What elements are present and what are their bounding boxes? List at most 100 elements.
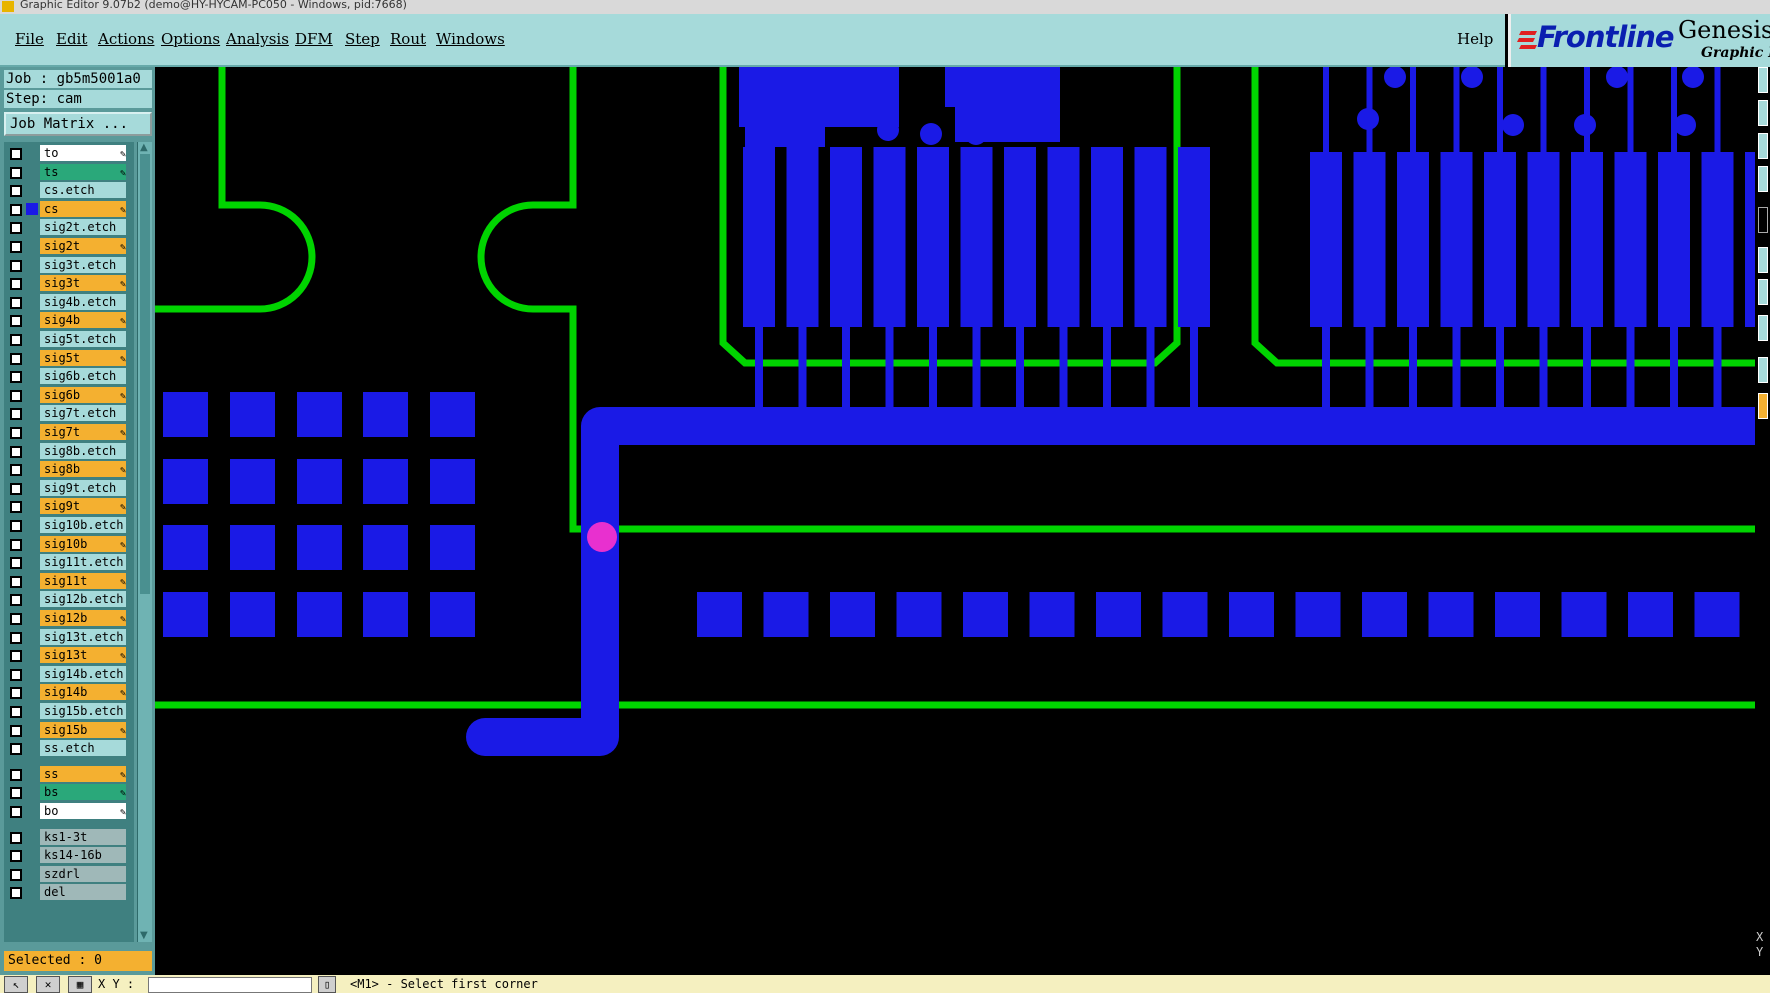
layer-name[interactable]: sig3t ✎ (40, 275, 126, 291)
layer-name[interactable]: sig6b ✎ (40, 387, 126, 403)
layer-row[interactable]: ss.etch (4, 739, 134, 757)
layer-name[interactable]: ks14-16b (40, 847, 126, 863)
pointer-tool-icon[interactable]: ↖ (4, 976, 28, 993)
layer-name[interactable]: sig4b ✎ (40, 312, 126, 328)
layer-row[interactable]: sig5t.etch (4, 330, 134, 348)
menu-file[interactable]: File (15, 30, 44, 48)
layer-checkbox[interactable] (10, 297, 22, 309)
layer-name[interactable]: ss.etch (40, 740, 126, 756)
layer-row[interactable]: sig15b ✎ (4, 721, 134, 739)
layer-row[interactable]: sig7t.etch (4, 404, 134, 422)
layer-checkbox[interactable] (10, 241, 22, 253)
right-tool-6[interactable] (1758, 247, 1768, 273)
menu-help[interactable]: Help (1457, 30, 1493, 48)
right-tool-1[interactable] (1758, 67, 1768, 93)
layer-name[interactable]: sig4b.etch (40, 294, 126, 310)
layer-checkbox[interactable] (10, 204, 22, 216)
layer-row[interactable]: sig13t ✎ (4, 646, 134, 664)
layer-checkbox[interactable] (10, 787, 22, 799)
menu-rout[interactable]: Rout (390, 30, 426, 48)
layer-row[interactable]: sig15b.etch (4, 702, 134, 720)
xy-input[interactable] (148, 977, 312, 993)
layer-name[interactable]: sig10b.etch (40, 517, 126, 533)
layer-row[interactable]: sig8b ✎ (4, 460, 134, 478)
layer-name[interactable]: sig5t ✎ (40, 350, 126, 366)
layer-name[interactable]: sig11t.etch (40, 554, 126, 570)
layer-checkbox[interactable] (10, 850, 22, 862)
layer-checkbox[interactable] (10, 446, 22, 458)
layer-row[interactable]: sig3t ✎ (4, 274, 134, 292)
layer-row[interactable]: sig3t.etch (4, 256, 134, 274)
layer-row[interactable]: ss ✎ (4, 765, 134, 783)
layer-checkbox[interactable] (10, 743, 22, 755)
layer-name[interactable]: ss ✎ (40, 766, 126, 782)
scroll-thumb[interactable] (140, 154, 150, 594)
layer-name[interactable]: ts ✎ (40, 164, 126, 180)
layer-checkbox[interactable] (10, 148, 22, 160)
layer-row[interactable]: sig9t ✎ (4, 497, 134, 515)
layer-row[interactable]: szdrl (4, 865, 134, 883)
job-matrix-button[interactable]: Job Matrix ... (4, 112, 152, 136)
layer-checkbox[interactable] (10, 278, 22, 290)
right-tool-7[interactable] (1758, 279, 1768, 305)
menu-dfm[interactable]: DFM (295, 30, 333, 48)
layer-row[interactable]: sig14b.etch (4, 665, 134, 683)
layer-name[interactable]: sig2t ✎ (40, 238, 126, 254)
layer-checkbox[interactable] (10, 501, 22, 513)
layer-row[interactable]: cs ✎ (4, 200, 134, 218)
layer-row[interactable]: sig12b.etch (4, 590, 134, 608)
layer-name[interactable]: sig11t ✎ (40, 573, 126, 589)
layer-row[interactable]: ts ✎ (4, 163, 134, 181)
layer-checkbox[interactable] (10, 832, 22, 844)
stop-tool-icon[interactable]: ▯ (318, 976, 336, 993)
layer-row[interactable]: sig4b ✎ (4, 311, 134, 329)
layer-checkbox[interactable] (10, 594, 22, 606)
layer-name[interactable]: sig3t.etch (40, 257, 126, 273)
menu-edit[interactable]: Edit (56, 30, 87, 48)
layer-checkbox[interactable] (10, 520, 22, 532)
layer-checkbox[interactable] (10, 632, 22, 644)
layer-row[interactable]: sig2t.etch (4, 218, 134, 236)
layer-name[interactable]: sig9t ✎ (40, 498, 126, 514)
layer-name[interactable]: ks1-3t (40, 829, 126, 845)
right-tool-4[interactable] (1758, 166, 1768, 192)
layer-checkbox[interactable] (10, 390, 22, 402)
layer-row[interactable]: sig10b ✎ (4, 535, 134, 553)
layer-checkbox[interactable] (10, 371, 22, 383)
layer-name[interactable]: sig12b ✎ (40, 610, 126, 626)
scroll-down-icon[interactable]: ▼ (140, 931, 148, 941)
layer-name[interactable]: bs ✎ (40, 784, 126, 800)
layer-list-scrollbar[interactable]: ▲ ▼ (137, 142, 152, 942)
layer-name[interactable]: del (40, 884, 126, 900)
layer-name[interactable]: sig14b ✎ (40, 684, 126, 700)
layer-row[interactable]: sig2t ✎ (4, 237, 134, 255)
layer-row[interactable]: sig9t.etch (4, 479, 134, 497)
layer-name[interactable]: sig10b ✎ (40, 536, 126, 552)
menu-actions[interactable]: Actions (98, 30, 154, 48)
graphic-canvas[interactable] (155, 67, 1755, 975)
layer-checkbox[interactable] (10, 315, 22, 327)
layer-checkbox[interactable] (10, 650, 22, 662)
layer-name[interactable]: cs.etch (40, 182, 126, 198)
layer-checkbox[interactable] (10, 483, 22, 495)
scroll-up-icon[interactable]: ▲ (140, 143, 148, 153)
layer-row[interactable]: sig14b ✎ (4, 683, 134, 701)
layer-checkbox[interactable] (10, 557, 22, 569)
layer-checkbox[interactable] (10, 869, 22, 881)
layer-name[interactable]: sig6b.etch (40, 368, 126, 384)
layer-row[interactable]: sig10b.etch (4, 516, 134, 534)
layer-checkbox[interactable] (10, 669, 22, 681)
layer-row[interactable]: sig5t ✎ (4, 349, 134, 367)
layer-checkbox[interactable] (10, 185, 22, 197)
layer-row[interactable]: sig11t ✎ (4, 572, 134, 590)
layer-checkbox[interactable] (10, 706, 22, 718)
layer-row[interactable]: ks14-16b (4, 846, 134, 864)
layer-checkbox[interactable] (10, 353, 22, 365)
layer-name[interactable]: sig8b ✎ (40, 461, 126, 477)
layer-checkbox[interactable] (10, 576, 22, 588)
layer-checkbox[interactable] (10, 260, 22, 272)
layer-name[interactable]: sig15b ✎ (40, 722, 126, 738)
layer-checkbox[interactable] (10, 539, 22, 551)
menu-step[interactable]: Step (345, 30, 380, 48)
layer-row[interactable]: sig13t.etch (4, 628, 134, 646)
